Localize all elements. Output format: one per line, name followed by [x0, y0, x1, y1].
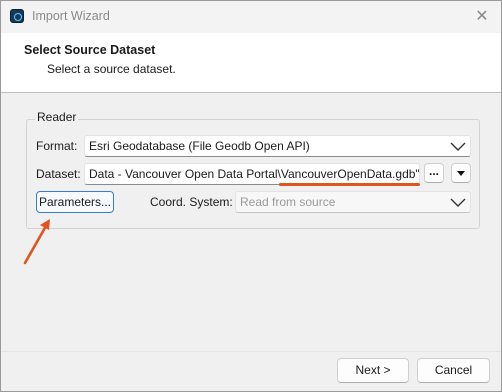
format-dropdown[interactable]: Esri Geodatabase (File Geodb Open API) [84, 135, 471, 157]
window-title: Import Wizard [32, 9, 110, 23]
format-value: Esri Geodatabase (File Geodb Open API) [89, 139, 310, 153]
page-title: Select Source Dataset [24, 43, 156, 57]
import-wizard-window: Import Wizard ✕ Select Source Dataset Se… [0, 0, 502, 392]
format-label: Format: [36, 139, 78, 153]
cancel-button[interactable]: Cancel [417, 358, 490, 383]
dataset-label: Dataset: [36, 167, 81, 181]
footer-divider [1, 351, 501, 352]
close-button[interactable]: ✕ [473, 6, 491, 26]
browse-label: ... [428, 164, 439, 178]
dataset-menu-button[interactable] [451, 163, 471, 183]
parameters-label: Parameters... [38, 195, 112, 209]
close-icon: ✕ [475, 6, 489, 25]
cancel-label: Cancel [434, 363, 473, 377]
dataset-input[interactable]: Data - Vancouver Open Data Portal\Vancou… [84, 163, 420, 185]
title-bar: Import Wizard ✕ [1, 1, 501, 33]
browse-button[interactable]: ... [424, 163, 444, 183]
next-button[interactable]: Next > [337, 358, 409, 383]
chevron-down-icon [450, 198, 466, 207]
wizard-header: Select Source Dataset Select a source da… [1, 33, 501, 93]
next-label: Next > [355, 363, 391, 377]
dataset-value: Data - Vancouver Open Data Portal\Vancou… [89, 167, 420, 181]
highlight-underline [279, 183, 420, 186]
reader-group-title: Reader [35, 110, 79, 124]
coord-system-label: Coord. System: [150, 195, 233, 209]
coord-system-dropdown[interactable]: Read from source [235, 191, 471, 213]
app-icon [10, 9, 24, 23]
annotation-arrow-icon [23, 219, 50, 265]
coord-system-value: Read from source [240, 195, 336, 209]
page-subtitle: Select a source dataset. [47, 62, 176, 76]
triangle-down-icon [457, 171, 465, 176]
parameters-button[interactable]: Parameters... [36, 191, 114, 213]
chevron-down-icon [450, 142, 466, 151]
